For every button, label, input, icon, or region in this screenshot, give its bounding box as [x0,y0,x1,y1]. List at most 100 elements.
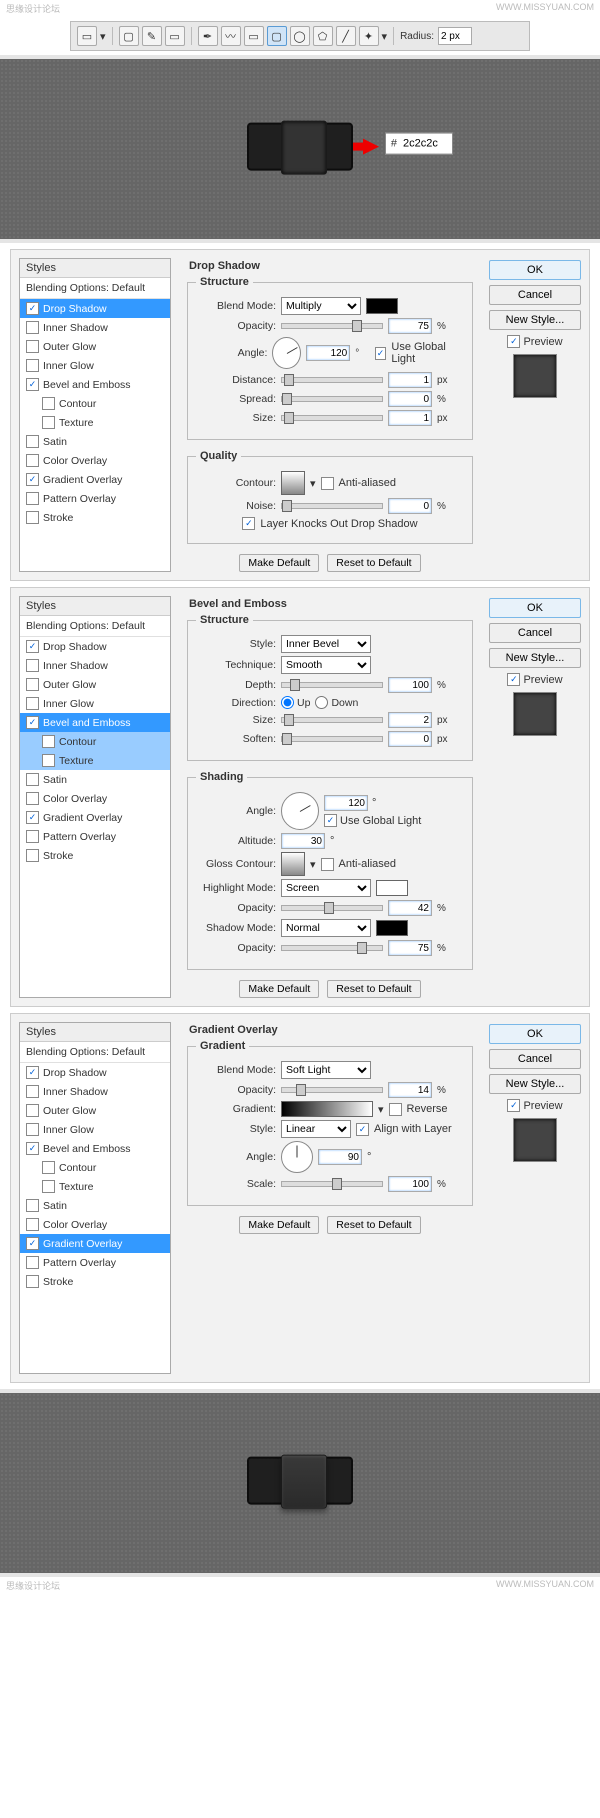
angle-dial[interactable] [281,1141,313,1173]
style-contour[interactable]: Contour [20,732,170,751]
checkbox-icon[interactable] [26,473,39,486]
checkbox-icon[interactable] [26,773,39,786]
toggle-knob[interactable] [281,121,327,175]
distance-slider[interactable] [281,377,383,383]
checkbox-icon[interactable] [26,792,39,805]
style-texture[interactable]: Texture [20,1177,170,1196]
ok-button[interactable]: OK [489,260,581,280]
bevel-style-select[interactable]: Inner Bevel [281,635,371,653]
blending-options[interactable]: Blending Options: Default [20,616,170,637]
angle-input[interactable] [306,345,350,361]
style-outer-glow[interactable]: Outer Glow [20,675,170,694]
checkbox-icon[interactable] [26,435,39,448]
technique-select[interactable]: Smooth [281,656,371,674]
soften-input[interactable] [388,731,432,747]
checkbox-icon[interactable] [26,659,39,672]
anti-aliased-check[interactable] [321,477,334,490]
reset-default-button[interactable]: Reset to Default [327,980,420,998]
checkbox-icon[interactable] [26,640,39,653]
style-gradient-overlay[interactable]: Gradient Overlay [20,1234,170,1253]
reset-default-button[interactable]: Reset to Default [327,1216,420,1234]
new-style-button[interactable]: New Style... [489,648,581,668]
line-icon[interactable]: ╱ [336,26,356,46]
shape-tool-icon[interactable]: ▭ [77,26,97,46]
checkbox-icon[interactable] [42,397,55,410]
preview-check[interactable] [507,335,520,348]
cancel-button[interactable]: Cancel [489,623,581,643]
checkbox-icon[interactable] [42,1161,55,1174]
gloss-contour-picker[interactable] [281,852,305,876]
checkbox-icon[interactable] [26,492,39,505]
size-input[interactable] [388,712,432,728]
style-drop-shadow[interactable]: Drop Shadow [20,1063,170,1082]
style-satin[interactable]: Satin [20,432,170,451]
checkbox-icon[interactable] [26,1104,39,1117]
style-gradient-overlay[interactable]: Gradient Overlay [20,470,170,489]
depth-input[interactable] [388,677,432,693]
style-contour[interactable]: Contour [20,394,170,413]
contour-picker[interactable] [281,471,305,495]
blend-mode-select[interactable]: Multiply [281,297,361,315]
make-default-button[interactable]: Make Default [239,554,319,572]
scale-slider[interactable] [281,1181,383,1187]
path-mode-shape-icon[interactable]: ▢ [119,26,139,46]
style-outer-glow[interactable]: Outer Glow [20,1101,170,1120]
spread-slider[interactable] [281,396,383,402]
angle-dial[interactable] [272,337,301,369]
opacity-input[interactable] [388,318,432,334]
ok-button[interactable]: OK [489,598,581,618]
checkbox-icon[interactable] [26,830,39,843]
rounded-rect-icon[interactable]: ▢ [267,26,287,46]
style-inner-glow[interactable]: Inner Glow [20,356,170,375]
style-stroke[interactable]: Stroke [20,508,170,527]
size-slider[interactable] [281,415,383,421]
scale-input[interactable] [388,1176,432,1192]
checkbox-icon[interactable] [26,378,39,391]
style-pattern-overlay[interactable]: Pattern Overlay [20,1253,170,1272]
shadow-color-swatch[interactable] [376,920,408,936]
custom-shape-icon[interactable]: ✦ [359,26,379,46]
style-outer-glow[interactable]: Outer Glow [20,337,170,356]
checkbox-icon[interactable] [26,678,39,691]
direction-up[interactable]: Up [281,696,310,709]
size-slider[interactable] [281,717,383,723]
checkbox-icon[interactable] [26,1199,39,1212]
checkbox-icon[interactable] [42,735,55,748]
preview-check[interactable] [507,673,520,686]
sh-opacity-input[interactable] [388,940,432,956]
checkbox-icon[interactable] [26,302,39,315]
style-bevel-emboss[interactable]: Bevel and Emboss [20,1139,170,1158]
style-color-overlay[interactable]: Color Overlay [20,789,170,808]
checkbox-icon[interactable] [26,340,39,353]
cancel-button[interactable]: Cancel [489,1049,581,1069]
checkbox-icon[interactable] [26,359,39,372]
style-bevel-emboss[interactable]: Bevel and Emboss [20,375,170,394]
style-drop-shadow[interactable]: Drop Shadow [20,637,170,656]
checkbox-icon[interactable] [42,1180,55,1193]
direction-down[interactable]: Down [315,696,358,709]
ellipse-icon[interactable]: ◯ [290,26,310,46]
anti-aliased-check[interactable] [321,858,334,871]
preview-check[interactable] [507,1099,520,1112]
checkbox-icon[interactable] [26,511,39,524]
checkbox-icon[interactable] [42,416,55,429]
highlight-mode-select[interactable]: Screen [281,879,371,897]
make-default-button[interactable]: Make Default [239,1216,319,1234]
hex-input[interactable] [401,137,447,151]
hl-opacity-input[interactable] [388,900,432,916]
checkbox-icon[interactable] [26,1218,39,1231]
polygon-icon[interactable]: ⬠ [313,26,333,46]
style-pattern-overlay[interactable]: Pattern Overlay [20,827,170,846]
style-color-overlay[interactable]: Color Overlay [20,1215,170,1234]
rect-icon[interactable]: ▭ [244,26,264,46]
gradient-style-select[interactable]: Linear [281,1120,351,1138]
angle-input[interactable] [318,1149,362,1165]
path-mode-path-icon[interactable]: ✎ [142,26,162,46]
shadow-color-swatch[interactable] [366,298,398,314]
use-global-check[interactable] [375,347,387,360]
checkbox-icon[interactable] [26,811,39,824]
highlight-color-swatch[interactable] [376,880,408,896]
checkbox-icon[interactable] [26,1256,39,1269]
noise-slider[interactable] [281,503,383,509]
checkbox-icon[interactable] [26,1237,39,1250]
